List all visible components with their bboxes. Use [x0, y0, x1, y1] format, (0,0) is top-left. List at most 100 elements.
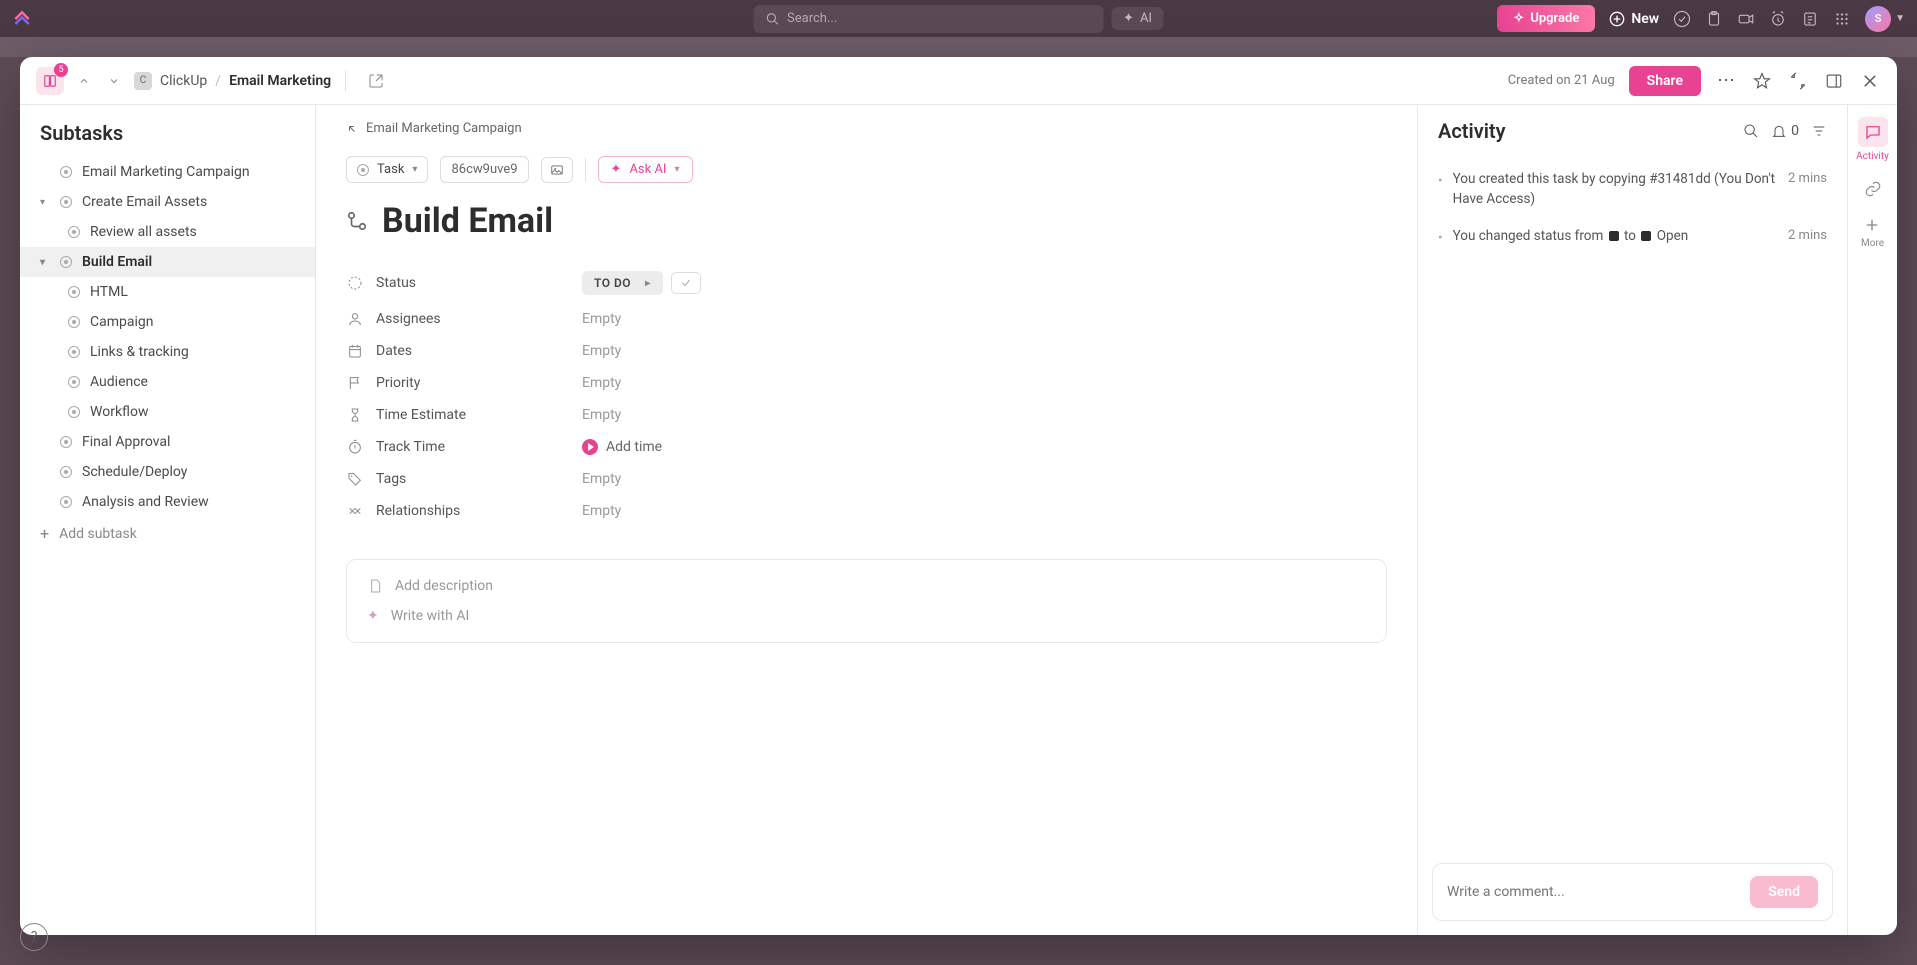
star-icon[interactable]: [1751, 70, 1773, 92]
upgrade-button[interactable]: ✧ Upgrade: [1497, 5, 1595, 32]
more-menu-icon[interactable]: ⋯: [1715, 68, 1737, 93]
status-circle-icon[interactable]: [60, 256, 72, 268]
activity-time: 2 mins: [1788, 226, 1827, 248]
subtask-label: Audience: [90, 374, 148, 390]
ai-button[interactable]: ✦ AI: [1111, 7, 1164, 30]
nav-prev-button[interactable]: [74, 71, 94, 91]
chevron-down-icon: ▾: [674, 164, 679, 175]
subtask-item[interactable]: Analysis and Review: [20, 487, 315, 517]
cover-image-button[interactable]: [541, 157, 573, 183]
subtask-item[interactable]: Workflow: [20, 397, 315, 427]
status-circle-icon[interactable]: [60, 466, 72, 478]
status-circle-icon[interactable]: [68, 286, 80, 298]
status-circle-icon[interactable]: [68, 346, 80, 358]
task-type-label: Task: [377, 162, 404, 177]
rail-link-button[interactable]: [1864, 180, 1882, 198]
rail-activity-button[interactable]: Activity: [1856, 117, 1889, 162]
status-circle-icon[interactable]: [68, 316, 80, 328]
comment-input[interactable]: [1447, 884, 1740, 900]
alarm-icon[interactable]: [1769, 10, 1787, 28]
workspace-chip[interactable]: C: [134, 72, 152, 90]
share-button[interactable]: Share: [1629, 66, 1701, 96]
ask-ai-button[interactable]: ✦ Ask AI ▾: [598, 156, 693, 183]
filter-icon[interactable]: [1811, 123, 1827, 139]
field-dates[interactable]: Dates Empty: [346, 343, 1387, 359]
parent-task-link[interactable]: Email Marketing Campaign: [346, 121, 1387, 136]
complete-task-button[interactable]: [671, 272, 701, 294]
activity-item: •You created this task by copying #31481…: [1438, 161, 1827, 218]
subtask-item[interactable]: Campaign: [20, 307, 315, 337]
field-time-estimate[interactable]: Time Estimate Empty: [346, 407, 1387, 423]
breadcrumb-workspace[interactable]: ClickUp: [160, 73, 207, 89]
add-subtask-button[interactable]: + Add subtask: [20, 517, 315, 550]
field-tags[interactable]: Tags Empty: [346, 471, 1387, 487]
expand-sidebar-icon[interactable]: [1823, 70, 1845, 92]
help-button[interactable]: ?: [20, 923, 48, 951]
plus-circle-icon: [1609, 11, 1625, 27]
expand-caret-icon[interactable]: ▾: [40, 197, 50, 208]
rail-more-button[interactable]: More: [1861, 216, 1884, 249]
apps-grid-icon[interactable]: [1833, 10, 1851, 28]
status-circle-icon[interactable]: [60, 436, 72, 448]
task-modal: 5 C ClickUp / Email Marketing Created on…: [20, 57, 1897, 935]
field-relationships[interactable]: Relationships Empty: [346, 503, 1387, 519]
close-icon[interactable]: [1859, 70, 1881, 92]
bell-icon: [1771, 123, 1787, 139]
subtask-label: Build Email: [82, 254, 152, 270]
task-title[interactable]: Build Email: [382, 201, 553, 241]
subtask-item[interactable]: Schedule/Deploy: [20, 457, 315, 487]
subtask-item[interactable]: Final Approval: [20, 427, 315, 457]
check-circle-icon[interactable]: [1673, 10, 1691, 28]
activity-text: You created this task by copying #31481d…: [1453, 169, 1778, 210]
subtask-item[interactable]: Email Marketing Campaign: [20, 157, 315, 187]
field-priority[interactable]: Priority Empty: [346, 375, 1387, 391]
chevron-down-icon[interactable]: ▼: [1895, 13, 1905, 24]
field-assignees[interactable]: Assignees Empty: [346, 311, 1387, 327]
task-badge-icon[interactable]: 5: [36, 67, 64, 95]
subtask-item[interactable]: ▾ Create Email Assets: [20, 187, 315, 217]
write-with-ai-button[interactable]: ✦ Write with AI: [367, 608, 1366, 624]
avatar[interactable]: S: [1865, 6, 1891, 32]
send-button[interactable]: Send: [1750, 876, 1818, 908]
subtask-label: Create Email Assets: [82, 194, 207, 210]
status-circle-icon[interactable]: [60, 496, 72, 508]
chevron-right-icon: ▸: [645, 278, 651, 289]
subtask-item[interactable]: Audience: [20, 367, 315, 397]
clipboard-icon[interactable]: [1705, 10, 1723, 28]
status-circle-icon[interactable]: [60, 196, 72, 208]
status-circle-icon[interactable]: [60, 166, 72, 178]
status-circle-icon[interactable]: [68, 376, 80, 388]
status-value-button[interactable]: TO DO ▸: [582, 271, 663, 295]
add-description-button[interactable]: Add description: [367, 578, 1366, 594]
description-box: Add description ✦ Write with AI: [346, 559, 1387, 643]
subtask-label: HTML: [90, 284, 128, 300]
activity-text: You changed status from to Open: [1453, 226, 1778, 248]
subtask-item[interactable]: HTML: [20, 277, 315, 307]
sidebar-title: Subtasks: [20, 121, 315, 157]
move-icon[interactable]: [368, 73, 384, 89]
field-track-time[interactable]: Track Time Add time: [346, 439, 1387, 455]
status-circle-icon[interactable]: [68, 406, 80, 418]
subtask-item[interactable]: ▾ Build Email: [20, 247, 315, 277]
nav-next-button[interactable]: [104, 71, 124, 91]
search-input[interactable]: Search...: [753, 5, 1103, 33]
new-button[interactable]: New: [1609, 11, 1659, 27]
minimize-icon[interactable]: [1787, 70, 1809, 92]
notepad-icon[interactable]: [1801, 10, 1819, 28]
subtask-item[interactable]: Review all assets: [20, 217, 315, 247]
subtask-label: Review all assets: [90, 224, 197, 240]
expand-caret-icon[interactable]: ▾: [40, 257, 50, 268]
rail-more-label: More: [1861, 238, 1884, 249]
ask-ai-label: Ask AI: [629, 162, 666, 177]
search-activity-icon[interactable]: [1743, 123, 1759, 139]
video-icon[interactable]: [1737, 10, 1755, 28]
status-circle-icon[interactable]: [68, 226, 80, 238]
breadcrumb-current[interactable]: Email Marketing: [229, 73, 331, 89]
task-type-selector[interactable]: Task ▾: [346, 156, 428, 183]
add-time-button[interactable]: Add time: [582, 439, 662, 455]
notifications-button[interactable]: 0: [1771, 123, 1799, 139]
subtask-item[interactable]: Links & tracking: [20, 337, 315, 367]
task-id[interactable]: 86cw9uve9: [440, 156, 528, 183]
clickup-logo-icon[interactable]: [12, 9, 32, 29]
priority-label: Priority: [376, 375, 420, 391]
